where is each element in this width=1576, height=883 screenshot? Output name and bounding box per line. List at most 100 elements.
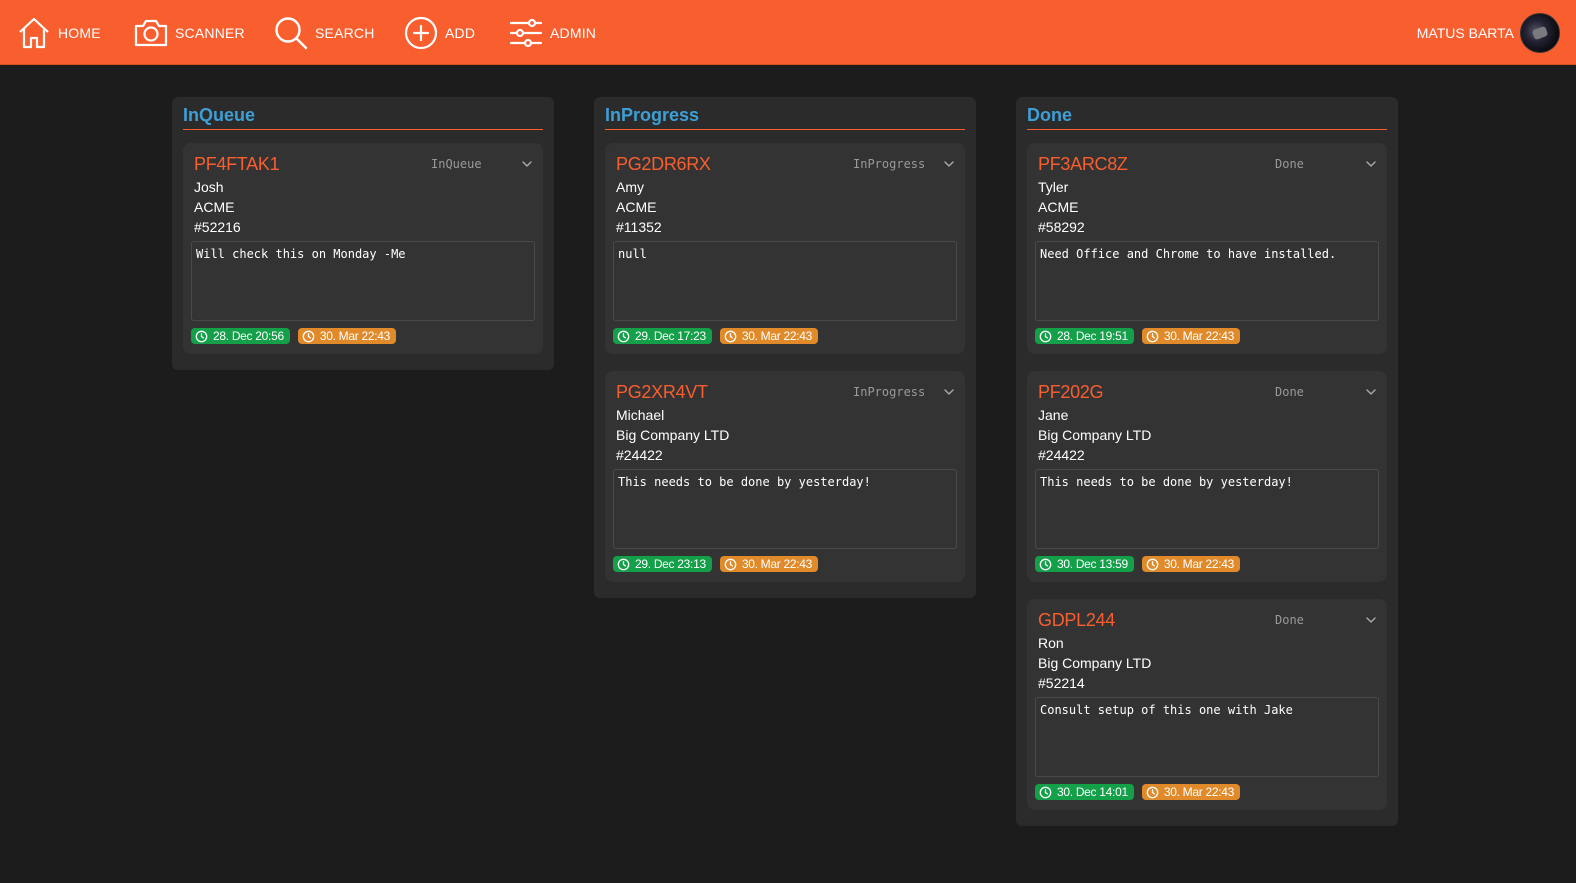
customer-name: Josh [194,179,224,195]
top-navbar: HOME SCANNER SEARCH ADD ADMIN MATUS BART… [0,0,1576,65]
sliders-icon [509,18,543,47]
chevron-down-icon [944,389,954,395]
due-badge: 30. Mar 22:43 [297,328,396,344]
chevron-down-icon [1366,389,1376,395]
created-time: 28. Dec 19:51 [1057,329,1128,343]
nav-admin-label: ADMIN [550,24,597,41]
time-badges: 28. Dec 20:56 30. Mar 22:43 [191,328,535,344]
created-badge: 30. Dec 13:59 [1035,556,1134,572]
clock-icon [617,558,635,571]
search-icon [275,16,308,49]
due-time: 30. Mar 22:43 [1163,785,1234,799]
due-badge: 30. Mar 22:43 [1141,328,1240,344]
due-time: 30. Mar 22:43 [1163,329,1234,343]
created-badge: 29. Dec 17:23 [613,328,712,344]
customer-name: Amy [616,179,644,195]
created-time: 28. Dec 20:56 [213,329,284,343]
user-menu[interactable]: MATUS BARTA [1417,0,1560,65]
time-badges: 29. Dec 23:13 30. Mar 22:43 [613,556,957,572]
nav-home-label: HOME [58,24,101,41]
column-title: InProgress [605,105,965,130]
nav-scanner-label: SCANNER [175,24,245,41]
ticket-card[interactable]: PG2XR4VT InProgress Michael Big Company … [605,371,965,582]
due-time: 30. Mar 22:43 [741,329,812,343]
home-icon [19,17,49,48]
nav-scanner[interactable]: SCANNER [133,0,245,65]
ticket-id[interactable]: PF4FTAK1 [194,154,431,175]
status-select[interactable]: InProgress [853,385,943,399]
column-inqueue: InQueue PF4FTAK1 InQueue Josh ACME #5221… [172,97,554,370]
company-name: Big Company LTD [1038,427,1152,443]
due-badge: 30. Mar 22:43 [719,328,818,344]
company-name: ACME [1038,199,1079,215]
customer-name: Ron [1038,635,1064,651]
clock-icon [1039,330,1057,343]
add-circle-icon [404,16,438,49]
ticket-number: #58292 [1038,219,1085,235]
due-badge: 30. Mar 22:43 [1141,556,1240,572]
due-badge: 30. Mar 22:43 [719,556,818,572]
ticket-id[interactable]: PF3ARC8Z [1038,154,1275,175]
company-name: Big Company LTD [1038,655,1152,671]
column-title: Done [1027,105,1387,130]
created-time: 29. Dec 17:23 [635,329,706,343]
note-textarea[interactable]: Consult setup of this one with Jake [1035,697,1379,777]
column-done: Done PF3ARC8Z Done Tyler ACME #58292 Nee… [1016,97,1398,826]
avatar[interactable] [1520,12,1560,53]
nav-search-label: SEARCH [315,24,375,41]
nav-add[interactable]: ADD [403,0,475,65]
nav-home[interactable]: HOME [16,0,101,65]
ticket-id[interactable]: PG2XR4VT [616,382,853,403]
card-header: PF3ARC8Z Done [1035,153,1379,175]
chevron-down-icon [1366,161,1376,167]
ticket-number: #24422 [1038,447,1085,463]
clock-icon [1039,786,1057,799]
status-select[interactable]: Done [1275,613,1365,627]
camera-icon [134,19,168,46]
status-select[interactable]: InQueue [431,157,521,171]
due-time: 30. Mar 22:43 [319,329,390,343]
time-badges: 29. Dec 17:23 30. Mar 22:43 [613,328,957,344]
note-textarea[interactable]: Need Office and Chrome to have installed… [1035,241,1379,321]
ticket-number: #52216 [194,219,241,235]
created-badge: 30. Dec 14:01 [1035,784,1134,800]
clock-icon [1146,786,1164,799]
created-time: 30. Dec 13:59 [1057,557,1128,571]
nav-search[interactable]: SEARCH [273,0,375,65]
ticket-card[interactable]: PF3ARC8Z Done Tyler ACME #58292 Need Off… [1027,143,1387,354]
status-select[interactable]: Done [1275,157,1365,171]
ticket-id[interactable]: PF202G [1038,382,1275,403]
created-badge: 29. Dec 23:13 [613,556,712,572]
company-name: ACME [616,199,657,215]
note-textarea[interactable]: This needs to be done by yesterday! [1035,469,1379,549]
created-badge: 28. Dec 19:51 [1035,328,1134,344]
created-badge: 28. Dec 20:56 [191,328,290,344]
nav-admin[interactable]: ADMIN [508,0,596,65]
note-textarea[interactable]: null [613,241,957,321]
chevron-down-icon [522,161,532,167]
ticket-number: #11352 [616,219,662,235]
customer-name: Tyler [1038,179,1069,195]
created-time: 30. Dec 14:01 [1057,785,1128,799]
ticket-card[interactable]: PF4FTAK1 InQueue Josh ACME #52216 Will c… [183,143,543,354]
clock-icon [195,330,213,343]
nav-add-label: ADD [445,24,476,41]
note-textarea[interactable]: Will check this on Monday -Me [191,241,535,321]
time-badges: 28. Dec 19:51 30. Mar 22:43 [1035,328,1379,344]
card-header: PF202G Done [1035,381,1379,403]
ticket-card[interactable]: PF202G Done Jane Big Company LTD #24422 … [1027,371,1387,582]
ticket-number: #52214 [1038,675,1085,691]
status-select[interactable]: InProgress [853,157,943,171]
ticket-id[interactable]: GDPL244 [1038,610,1275,631]
company-name: Big Company LTD [616,427,730,443]
ticket-card[interactable]: GDPL244 Done Ron Big Company LTD #52214 … [1027,599,1387,810]
clock-icon [1146,330,1164,343]
ticket-card[interactable]: PG2DR6RX InProgress Amy ACME #11352 null… [605,143,965,354]
chevron-down-icon [1366,617,1376,623]
time-badges: 30. Dec 14:01 30. Mar 22:43 [1035,784,1379,800]
status-select[interactable]: Done [1275,385,1365,399]
time-badges: 30. Dec 13:59 30. Mar 22:43 [1035,556,1379,572]
created-time: 29. Dec 23:13 [635,557,706,571]
note-textarea[interactable]: This needs to be done by yesterday! [613,469,957,549]
ticket-id[interactable]: PG2DR6RX [616,154,853,175]
